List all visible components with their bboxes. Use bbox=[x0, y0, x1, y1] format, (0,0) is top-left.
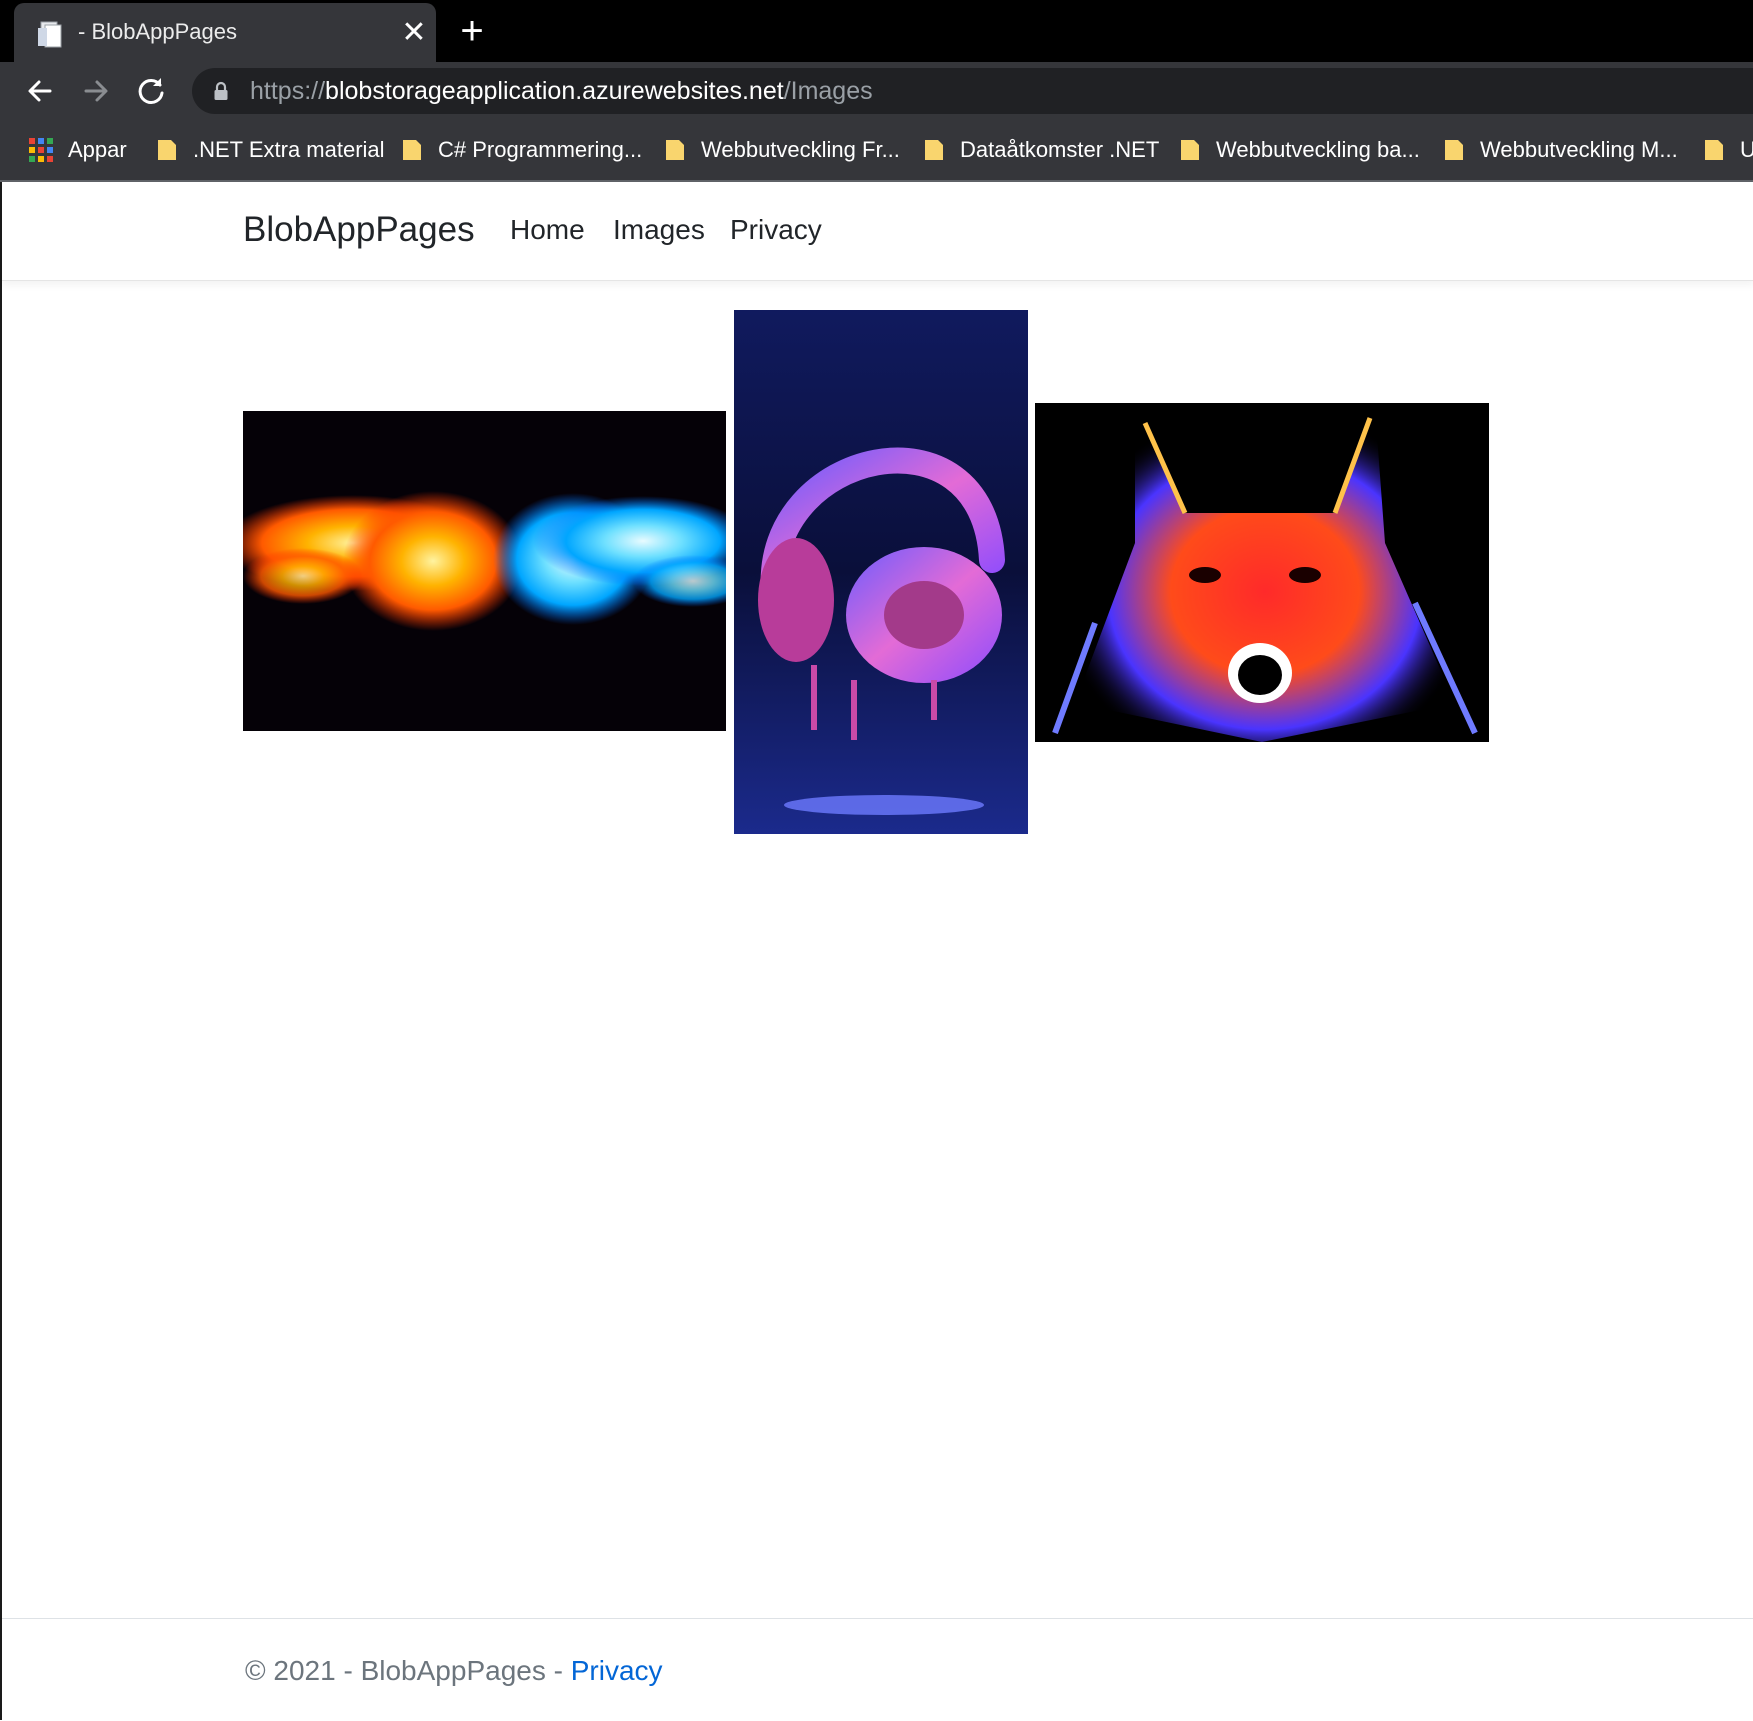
page-viewport: BlobAppPages Home Images Privacy © 2021 … bbox=[0, 182, 1753, 1721]
apps-grid-icon bbox=[28, 137, 54, 163]
arrow-right-icon[interactable] bbox=[72, 67, 120, 115]
bookmark-label: Dataåtkomster .NET bbox=[960, 137, 1160, 162]
url-host: blobstorageapplication.azurewebsites.net bbox=[325, 77, 784, 105]
bookmarks-bar: Appar .NET Extra material C# Programmeri… bbox=[0, 120, 1753, 180]
bookmark-label: Appar bbox=[68, 137, 127, 162]
neon-wolf-image bbox=[1035, 403, 1489, 742]
reload-icon[interactable] bbox=[128, 67, 176, 115]
address-bar[interactable]: https://blobstorageapplication.azurewebs… bbox=[192, 68, 1753, 114]
bookmark-folder[interactable]: U bbox=[1704, 120, 1753, 180]
folder-icon bbox=[157, 138, 177, 162]
site-footer: © 2021 - BlobAppPages - Privacy bbox=[2, 1618, 1753, 1721]
bookmark-label: U bbox=[1740, 137, 1753, 162]
browser-toolbar: https://blobstorageapplication.azurewebs… bbox=[0, 62, 1753, 120]
bookmark-label: C# Programmering... bbox=[438, 137, 643, 162]
fire-and-ice-fists-image bbox=[243, 411, 726, 731]
footer-copyright: © 2021 - BlobAppPages - bbox=[245, 1655, 571, 1686]
url-path: /Images bbox=[783, 77, 873, 105]
arrow-left-icon[interactable] bbox=[16, 67, 64, 115]
bookmark-label: Webbutveckling M... bbox=[1480, 137, 1678, 162]
browser-tab[interactable]: - BlobAppPages ✕ bbox=[14, 3, 436, 62]
url-scheme: https:// bbox=[250, 77, 326, 105]
url-text: https://blobstorageapplication.azurewebs… bbox=[250, 77, 873, 106]
folder-icon bbox=[402, 138, 422, 162]
image-gallery bbox=[2, 182, 1753, 1082]
bookmark-folder[interactable]: C# Programmering... bbox=[402, 120, 642, 180]
footer-text: © 2021 - BlobAppPages - Privacy bbox=[245, 1655, 663, 1687]
bookmark-label: Webbutveckling Fr... bbox=[701, 137, 900, 162]
bookmark-folder[interactable]: Webbutveckling Fr... bbox=[665, 120, 900, 180]
tab-strip: - BlobAppPages ✕ + bbox=[0, 0, 1753, 62]
bookmark-folder[interactable]: Webbutveckling ba... bbox=[1180, 120, 1420, 180]
document-icon bbox=[36, 20, 64, 48]
tab-title: - BlobAppPages bbox=[78, 19, 237, 44]
folder-icon bbox=[665, 138, 685, 162]
bookmark-apps[interactable]: Appar bbox=[28, 120, 127, 180]
melting-headphones-image bbox=[734, 310, 1028, 834]
folder-icon bbox=[1704, 138, 1724, 162]
bookmark-label: .NET Extra material bbox=[193, 137, 385, 162]
plus-icon[interactable]: + bbox=[450, 10, 494, 54]
bookmark-label: Webbutveckling ba... bbox=[1216, 137, 1420, 162]
bookmark-folder[interactable]: Dataåtkomster .NET bbox=[924, 120, 1159, 180]
bookmark-folder[interactable]: Webbutveckling M... bbox=[1444, 120, 1678, 180]
lock-icon[interactable] bbox=[212, 81, 230, 101]
close-icon[interactable]: ✕ bbox=[394, 13, 434, 53]
folder-icon bbox=[1444, 138, 1464, 162]
footer-privacy-link[interactable]: Privacy bbox=[571, 1655, 663, 1686]
folder-icon bbox=[1180, 138, 1200, 162]
folder-icon bbox=[924, 138, 944, 162]
bookmark-folder[interactable]: .NET Extra material bbox=[157, 120, 385, 180]
